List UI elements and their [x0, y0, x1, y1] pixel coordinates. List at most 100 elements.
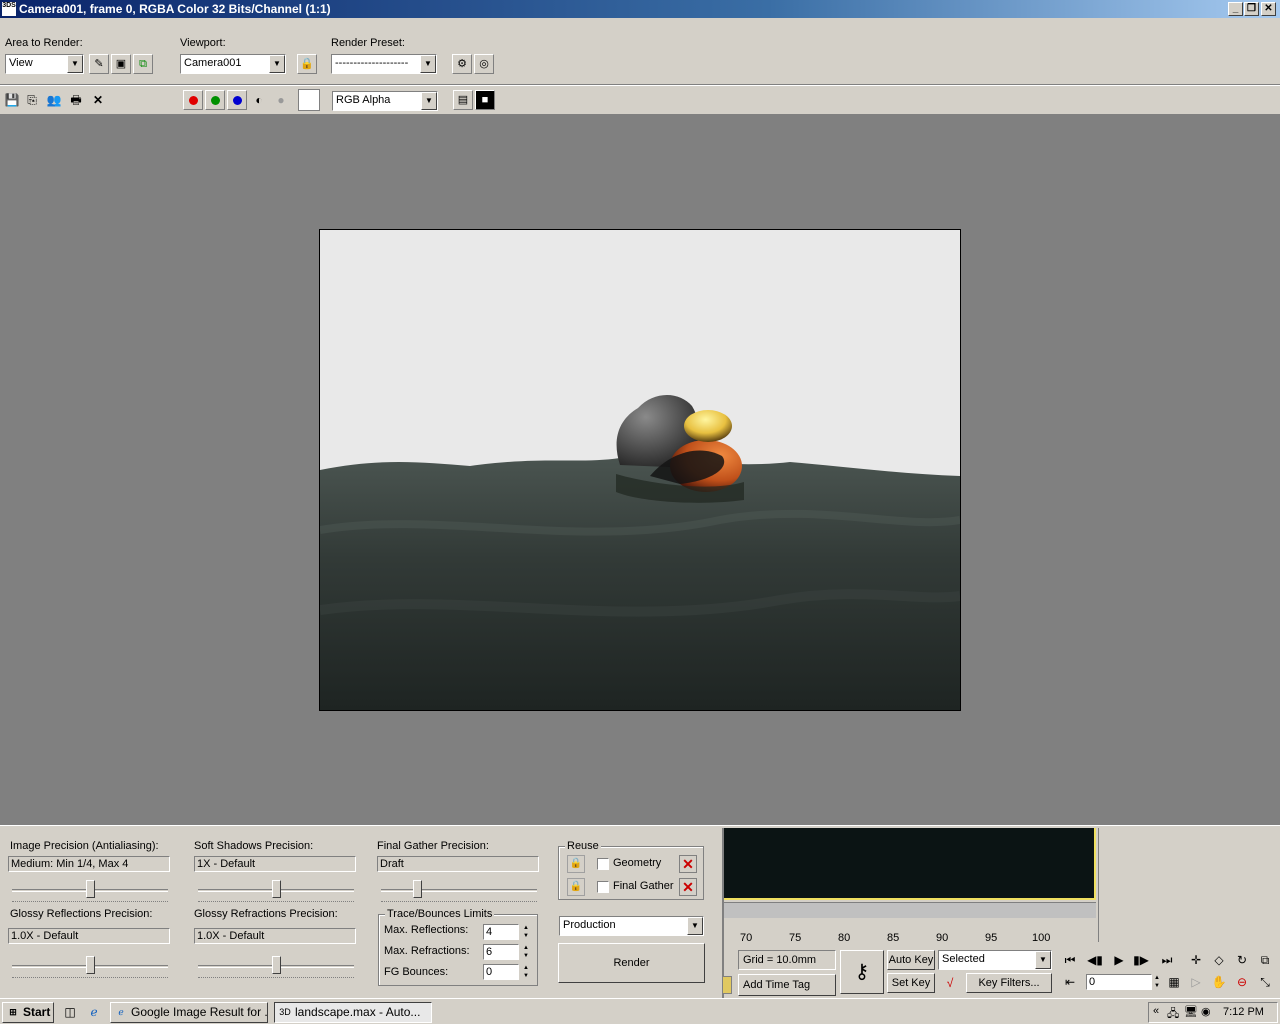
time-tag-icon[interactable]	[722, 976, 732, 994]
key-icon[interactable]: ⚷	[840, 950, 884, 994]
key-mode-dropdown[interactable]: Selected ▼	[938, 950, 1052, 970]
clear-final-gather-cache-icon[interactable]: ✕	[679, 878, 697, 896]
clone-window-icon[interactable]: 👥	[44, 90, 64, 110]
reuse-final-gather-checkbox[interactable]	[597, 881, 609, 893]
final-gather-precision-slider[interactable]	[381, 878, 537, 904]
add-time-tag-button[interactable]: Add Time Tag	[738, 974, 836, 996]
render-button[interactable]: Render	[558, 943, 705, 983]
max-refractions-input[interactable]: 6	[483, 944, 519, 960]
volume-icon[interactable]: ◉	[1201, 1005, 1211, 1018]
lock-icon[interactable]: 🔒	[297, 54, 317, 74]
min-max-toggle-icon[interactable]: ⤡	[1255, 972, 1275, 992]
zoom-icon[interactable]: ✛	[1186, 950, 1206, 970]
clear-geometry-cache-icon[interactable]: ✕	[679, 855, 697, 873]
spinner-arrows-icon[interactable]: ▲ ▼	[521, 944, 531, 960]
current-frame-input[interactable]: 0	[1086, 974, 1152, 990]
mini-listener	[1098, 828, 1280, 942]
key-filters-button[interactable]: Key Filters...	[966, 973, 1052, 993]
image-precision-slider[interactable]	[12, 878, 168, 904]
render-setup-icon[interactable]: ⚙	[452, 54, 472, 74]
play-icon[interactable]: ▶	[1109, 950, 1129, 970]
next-frame-icon[interactable]: ▮▶	[1131, 950, 1151, 970]
spinner-arrows-icon[interactable]: ▲ ▼	[521, 964, 531, 980]
slider-thumb[interactable]	[86, 880, 95, 898]
max-reflections-input[interactable]: 4	[483, 924, 519, 940]
start-button[interactable]: ⊞ Start	[2, 1002, 54, 1023]
spinner-arrows-icon[interactable]: ▲ ▼	[521, 924, 531, 940]
slider-thumb[interactable]	[413, 880, 422, 898]
chevron-down-icon: ▼	[67, 55, 83, 73]
pan-icon[interactable]: ✋	[1209, 972, 1229, 992]
slider-thumb[interactable]	[272, 880, 281, 898]
tray-expand-icon[interactable]: «	[1153, 1005, 1159, 1017]
blue-channel-toggle[interactable]	[227, 90, 247, 110]
clear-icon[interactable]: ✕	[88, 90, 108, 110]
copy-image-icon[interactable]: ⎘	[22, 90, 42, 110]
save-image-icon[interactable]: 💾	[2, 90, 22, 110]
save-region-icon[interactable]: ⧉	[133, 54, 153, 74]
red-channel-toggle[interactable]	[183, 90, 203, 110]
area-to-render-dropdown[interactable]: View ▼	[5, 54, 84, 74]
field-of-view-icon[interactable]: ◇	[1209, 950, 1229, 970]
previous-frame-icon[interactable]: ◀▮	[1085, 950, 1105, 970]
lock-icon[interactable]: 🔒	[567, 878, 585, 896]
set-key-button[interactable]: Set Key	[887, 973, 935, 993]
glossy-refractions-slider[interactable]	[198, 954, 354, 980]
display-icon[interactable]: 🖥	[1184, 1005, 1198, 1018]
reuse-group: Reuse 🔒 Geometry ✕ 🔒 Final Gather ✕	[558, 840, 704, 900]
chevron-down-icon: ▼	[687, 917, 703, 935]
final-gather-precision-value: Draft	[377, 856, 539, 872]
close-button[interactable]: ✕	[1261, 2, 1276, 16]
minimize-button[interactable]: _	[1228, 2, 1243, 16]
rendered-image	[319, 229, 961, 711]
windows-logo-icon: ⊞	[9, 1007, 17, 1017]
tick-label: 85	[887, 932, 900, 944]
taskbar-item-landscape[interactable]: 3D landscape.max - Auto...	[274, 1002, 432, 1023]
edit-region-icon[interactable]: ✎	[89, 54, 109, 74]
orbit-icon[interactable]: ↻	[1232, 950, 1252, 970]
toolbar-separator	[0, 84, 1280, 86]
time-slider-track[interactable]	[724, 902, 1096, 918]
environment-icon[interactable]: ◎	[474, 54, 494, 74]
display-toggle-icon[interactable]: ▤	[453, 90, 473, 110]
reuse-final-gather-label: Final Gather	[613, 880, 674, 892]
reuse-geometry-checkbox[interactable]	[597, 858, 609, 870]
channel-dropdown[interactable]: RGB Alpha ▼	[332, 91, 438, 111]
auto-region-icon[interactable]: ▣	[111, 54, 131, 74]
spinner-arrows-icon[interactable]: ▲ ▼	[1152, 974, 1162, 990]
glossy-reflections-label: Glossy Reflections Precision:	[10, 908, 153, 920]
tick-label: 70	[740, 932, 753, 944]
roll-icon[interactable]: ⊖	[1232, 972, 1252, 992]
go-to-start-icon[interactable]: ⏮	[1060, 950, 1080, 970]
slider-thumb[interactable]	[272, 956, 281, 974]
browser-icon[interactable]: ℯ	[84, 1002, 104, 1022]
panel-separator	[0, 824, 1280, 826]
green-channel-toggle[interactable]	[205, 90, 225, 110]
print-icon[interactable]: 🖶	[66, 90, 86, 110]
auto-key-button[interactable]: Auto Key	[887, 950, 935, 970]
production-dropdown[interactable]: Production ▼	[559, 916, 704, 936]
desktop-icon[interactable]: ◫	[60, 1002, 80, 1022]
restore-button[interactable]: ❐	[1244, 2, 1259, 16]
fg-bounces-input[interactable]: 0	[483, 964, 519, 980]
go-to-end-icon[interactable]: ⏭	[1157, 950, 1177, 970]
curve-editor-icon[interactable]: √	[940, 973, 960, 993]
network-icon[interactable]: 🖧	[1167, 1005, 1179, 1024]
rendered-scene	[320, 230, 960, 710]
background-toggle-icon[interactable]: ■	[475, 90, 495, 110]
dolly-icon[interactable]: ▷	[1186, 972, 1206, 992]
soft-shadows-slider[interactable]	[198, 878, 354, 904]
render-preset-dropdown[interactable]: -------------------- ▼	[331, 54, 437, 74]
key-mode-toggle-icon[interactable]: ⇤	[1060, 972, 1080, 992]
maximize-viewport-icon[interactable]: ⧉	[1255, 950, 1275, 970]
monochrome-icon[interactable]: ●	[271, 90, 291, 110]
grid-display: Grid = 10.0mm	[738, 950, 836, 970]
color-swatch[interactable]	[298, 89, 320, 111]
taskbar-item-google[interactable]: ℯ Google Image Result for ...	[110, 1002, 268, 1023]
slider-thumb[interactable]	[86, 956, 95, 974]
glossy-reflections-slider[interactable]	[12, 954, 168, 980]
time-configuration-icon[interactable]: ▦	[1164, 972, 1184, 992]
lock-icon[interactable]: 🔒	[567, 855, 585, 873]
viewport-dropdown[interactable]: Camera001 ▼	[180, 54, 286, 74]
alpha-channel-icon[interactable]: ◐	[249, 90, 269, 110]
